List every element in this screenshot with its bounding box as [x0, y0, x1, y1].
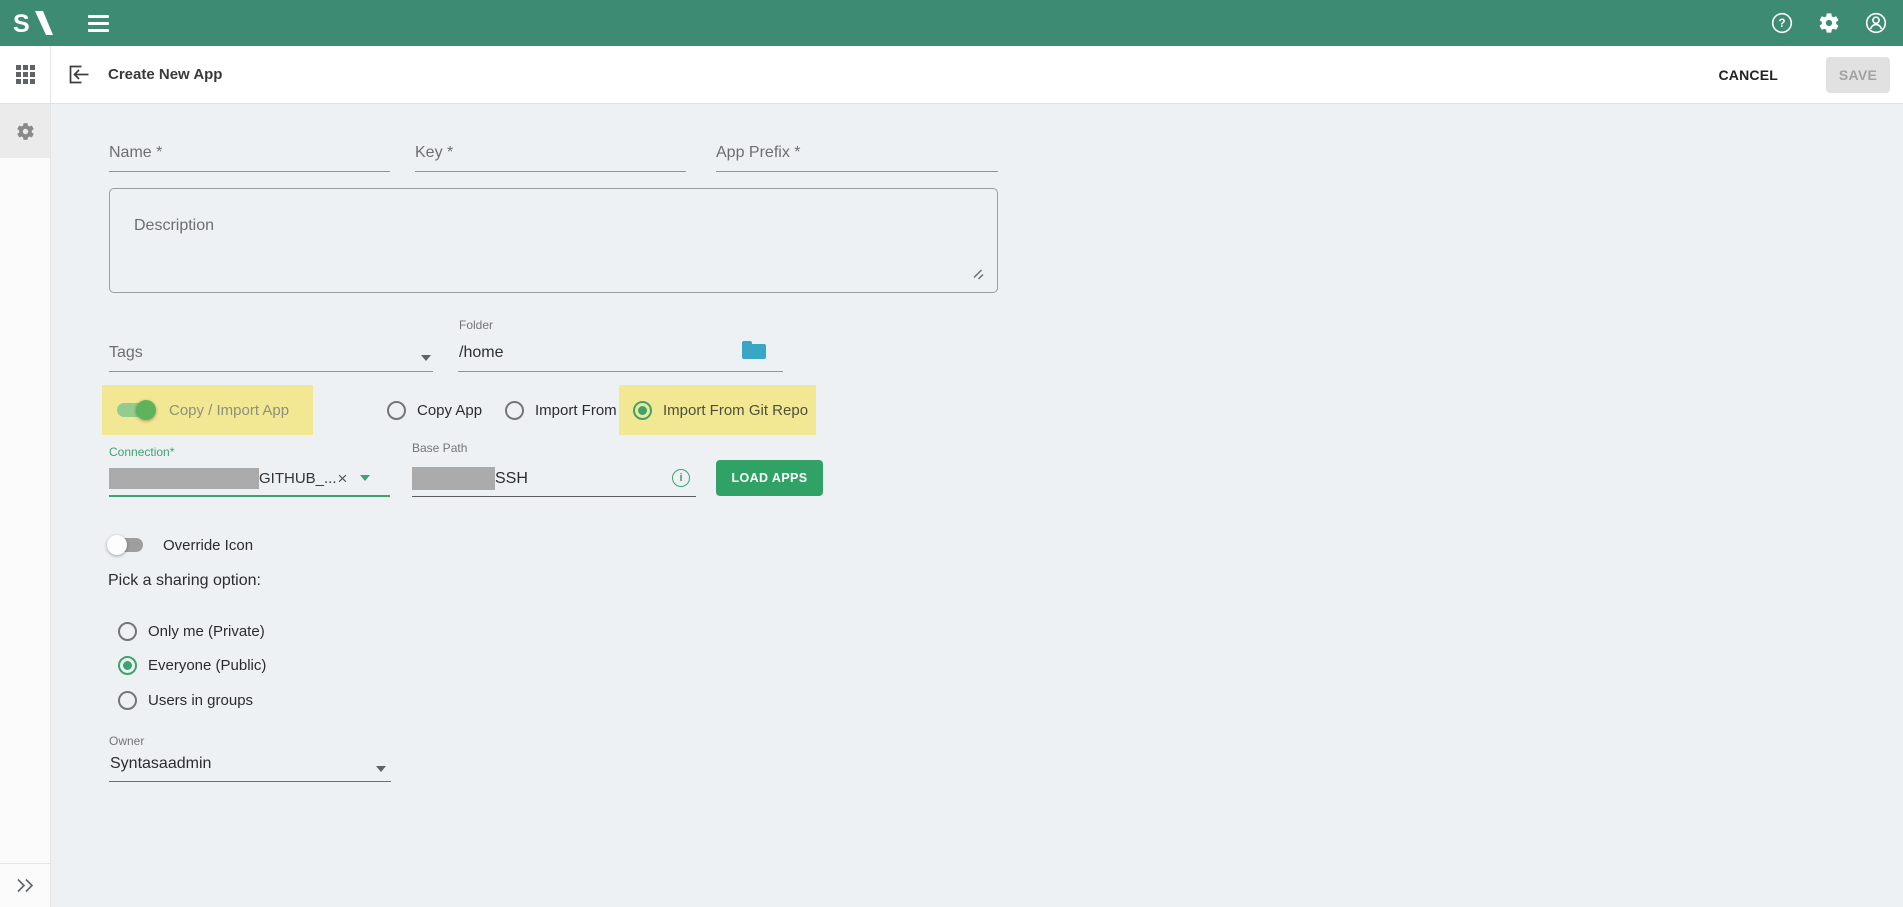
description-placeholder: Description [134, 217, 214, 235]
folder-field[interactable]: Folder /home [458, 316, 783, 372]
help-icon[interactable]: ? [1770, 11, 1794, 35]
resize-handle-icon[interactable] [973, 269, 984, 280]
sharing-option-groups: Users in groups [118, 689, 253, 711]
copy-app-radio[interactable] [387, 401, 406, 420]
save-button[interactable]: SAVE [1826, 57, 1890, 93]
folder-label: Folder [459, 318, 493, 332]
name-placeholder: Name * [109, 144, 162, 171]
groups-label[interactable]: Users in groups [148, 692, 253, 709]
sharing-option-private: Only me (Private) [118, 620, 265, 642]
redacted-value [109, 468, 259, 489]
owner-label: Owner [109, 734, 144, 748]
apps-grid-icon[interactable] [16, 65, 35, 84]
page-title: Create New App [108, 66, 222, 83]
connection-value: GITHUB_... [259, 470, 337, 487]
svg-text:?: ? [1778, 18, 1785, 30]
chevron-down-icon[interactable] [376, 766, 386, 772]
connection-select[interactable]: GITHUB_... × [109, 461, 390, 497]
import-from-git-label[interactable]: Import From Git Repo [663, 402, 808, 419]
sidebar-item-settings[interactable] [0, 104, 50, 158]
clear-icon[interactable]: × [338, 470, 348, 487]
override-icon-label: Override Icon [163, 537, 253, 554]
tags-placeholder: Tags [109, 344, 143, 371]
sharing-prompt: Pick a sharing option: [108, 572, 261, 590]
description-textarea[interactable]: Description [109, 188, 998, 293]
owner-value: Syntasaadmin [110, 755, 211, 773]
base-path-label: Base Path [412, 441, 467, 455]
chevron-down-icon[interactable] [421, 355, 431, 361]
expand-sidebar-icon[interactable] [0, 863, 50, 907]
copy-import-toggle-row: Copy / Import App [102, 385, 313, 435]
name-input[interactable]: Name * [109, 126, 390, 172]
copy-import-label: Copy / Import App [169, 402, 289, 419]
key-input[interactable]: Key * [415, 126, 686, 172]
left-sidebar [0, 104, 51, 907]
chevron-down-icon[interactable] [360, 475, 370, 481]
import-from-file-radio[interactable] [505, 401, 524, 420]
public-label[interactable]: Everyone (Public) [148, 657, 266, 674]
override-icon-row: Override Icon [109, 529, 253, 561]
copy-app-label[interactable]: Copy App [417, 402, 482, 419]
redacted-value [412, 467, 495, 490]
page-toolbar: Create New App CANCEL SAVE [0, 46, 1903, 104]
owner-select[interactable]: Syntasaadmin [109, 748, 391, 782]
public-radio[interactable] [118, 656, 137, 675]
gear-icon [15, 121, 36, 142]
create-app-form: Name * Key * App Prefix * Description Ta… [51, 104, 1903, 907]
copy-import-toggle[interactable] [117, 400, 154, 420]
menu-icon[interactable] [84, 11, 113, 36]
logo-letter: S [13, 10, 30, 37]
private-label[interactable]: Only me (Private) [148, 623, 265, 640]
base-path-input[interactable]: SSH i [412, 461, 696, 497]
folder-value: /home [459, 344, 503, 362]
cancel-button[interactable]: CANCEL [1718, 67, 1778, 83]
app-prefix-input[interactable]: App Prefix * [716, 126, 998, 172]
syntasa-logo[interactable]: S [13, 9, 57, 37]
groups-radio[interactable] [118, 691, 137, 710]
copy-app-option: Copy App [387, 385, 482, 435]
base-path-value: SSH [495, 470, 528, 488]
key-placeholder: Key * [415, 144, 453, 171]
sharing-option-public: Everyone (Public) [118, 654, 266, 676]
toolbar-left-cell [0, 46, 51, 103]
private-radio[interactable] [118, 622, 137, 641]
back-icon[interactable] [66, 62, 91, 87]
logo-swoosh [35, 11, 53, 35]
app-prefix-placeholder: App Prefix * [716, 144, 800, 171]
connection-label: Connection* [109, 445, 174, 459]
account-icon[interactable] [1864, 11, 1888, 35]
load-apps-button[interactable]: LOAD APPS [716, 460, 823, 496]
app-header: S ? [0, 0, 1903, 46]
import-from-git-radio[interactable] [633, 401, 652, 420]
info-icon[interactable]: i [672, 469, 690, 487]
override-icon-toggle[interactable] [109, 535, 146, 555]
tags-select[interactable]: Tags [109, 332, 433, 372]
settings-icon[interactable] [1817, 11, 1841, 35]
import-from-git-option: Import From Git Repo [619, 385, 816, 435]
folder-browse-icon[interactable] [742, 344, 766, 359]
